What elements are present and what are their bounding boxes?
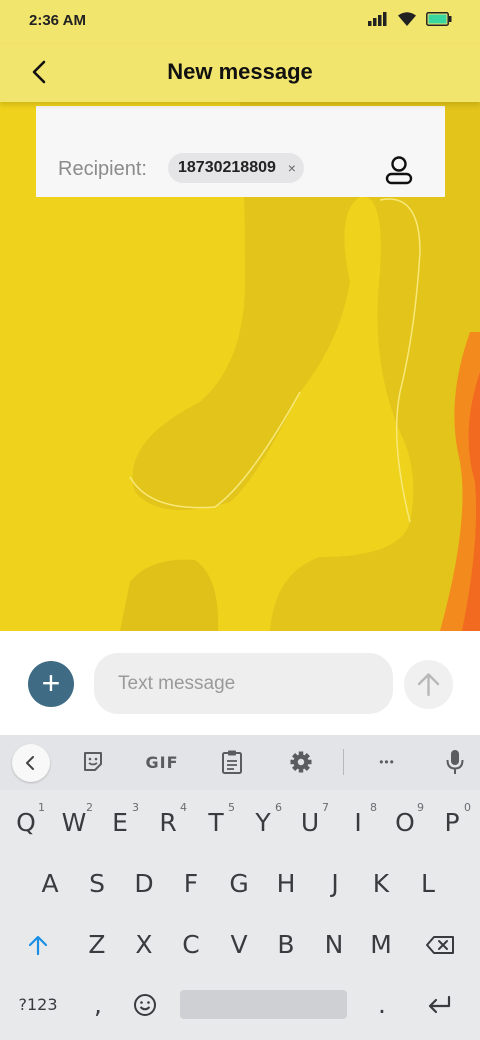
recipient-chip-value: 18730218809 bbox=[178, 159, 276, 176]
key-p[interactable]: P0 bbox=[432, 798, 472, 848]
key-s[interactable]: S bbox=[77, 859, 117, 909]
sticker-icon bbox=[84, 752, 102, 771]
settings-icon bbox=[290, 751, 312, 773]
key-o[interactable]: O9 bbox=[385, 798, 425, 848]
gif-button[interactable]: GIF bbox=[142, 745, 182, 779]
key-u[interactable]: U7 bbox=[290, 798, 330, 848]
remove-recipient-icon[interactable]: × bbox=[288, 153, 296, 183]
key-n[interactable]: N bbox=[314, 920, 354, 970]
symbols-key[interactable]: ?123 bbox=[14, 980, 62, 1030]
key-l[interactable]: L bbox=[408, 859, 448, 909]
key-q[interactable]: Q1 bbox=[6, 798, 46, 848]
shift-key[interactable] bbox=[18, 920, 58, 970]
wifi-icon bbox=[398, 12, 416, 26]
keyboard-settings-button[interactable] bbox=[286, 745, 316, 779]
toolbar-divider bbox=[343, 749, 344, 775]
key-a[interactable]: A bbox=[30, 859, 70, 909]
key-e[interactable]: E3 bbox=[100, 798, 140, 848]
enter-key[interactable] bbox=[420, 980, 460, 1030]
key-m[interactable]: M bbox=[361, 920, 401, 970]
key-h[interactable]: H bbox=[266, 859, 306, 909]
comma-key[interactable]: , bbox=[78, 980, 118, 1030]
key-b[interactable]: B bbox=[266, 920, 306, 970]
backspace-key[interactable] bbox=[420, 920, 460, 970]
battery-icon bbox=[426, 12, 452, 26]
key-j[interactable]: J bbox=[315, 859, 355, 909]
add-attachment-button[interactable]: + bbox=[28, 661, 74, 707]
contact-person-icon bbox=[385, 156, 413, 185]
key-g[interactable]: G bbox=[219, 859, 259, 909]
backspace-icon bbox=[426, 936, 454, 954]
send-arrow-icon bbox=[417, 673, 440, 697]
recipient-chip[interactable]: 18730218809 × bbox=[168, 153, 304, 183]
clipboard-icon bbox=[222, 750, 242, 774]
message-input[interactable] bbox=[94, 653, 393, 714]
recipient-card: Recipient: 18730218809 × bbox=[36, 106, 445, 197]
space-key[interactable] bbox=[180, 990, 347, 1019]
voice-input-button[interactable] bbox=[440, 745, 470, 779]
period-key[interactable]: . bbox=[362, 980, 402, 1030]
status-icons bbox=[368, 12, 452, 26]
emoji-icon bbox=[134, 994, 156, 1016]
contact-picker-button[interactable] bbox=[382, 154, 416, 188]
key-i[interactable]: I8 bbox=[338, 798, 378, 848]
key-x[interactable]: X bbox=[124, 920, 164, 970]
key-c[interactable]: C bbox=[171, 920, 211, 970]
send-button[interactable] bbox=[404, 660, 453, 709]
mic-icon bbox=[446, 750, 464, 774]
enter-icon bbox=[428, 995, 451, 1014]
status-bar: 2:36 AM bbox=[0, 0, 480, 44]
title-bar: New message bbox=[0, 44, 480, 102]
more-button[interactable]: ••• bbox=[372, 745, 402, 779]
sticker-button[interactable] bbox=[78, 745, 108, 779]
key-z[interactable]: Z bbox=[77, 920, 117, 970]
keyboard-collapse-button[interactable] bbox=[12, 744, 50, 782]
key-y[interactable]: Y6 bbox=[243, 798, 283, 848]
message-composer: + bbox=[0, 631, 480, 735]
keyboard: Q1 W2 E3 R4 T5 Y6 U7 I8 O9 P0 A S D F G … bbox=[0, 790, 480, 1040]
key-f[interactable]: F bbox=[171, 859, 211, 909]
key-w[interactable]: W2 bbox=[54, 798, 94, 848]
key-k[interactable]: K bbox=[361, 859, 401, 909]
key-v[interactable]: V bbox=[219, 920, 259, 970]
signal-icon bbox=[368, 12, 387, 26]
key-d[interactable]: D bbox=[124, 859, 164, 909]
status-time: 2:36 AM bbox=[29, 12, 86, 29]
page-title: New message bbox=[167, 59, 313, 84]
keyboard-toolbar: GIF ••• bbox=[0, 735, 480, 790]
key-r[interactable]: R4 bbox=[148, 798, 188, 848]
key-t[interactable]: T5 bbox=[196, 798, 236, 848]
shift-arrow-icon bbox=[28, 935, 48, 956]
clipboard-button[interactable] bbox=[217, 745, 247, 779]
emoji-key[interactable] bbox=[125, 980, 165, 1030]
recipient-label: Recipient: bbox=[58, 158, 147, 180]
collapse-icon bbox=[26, 756, 34, 770]
